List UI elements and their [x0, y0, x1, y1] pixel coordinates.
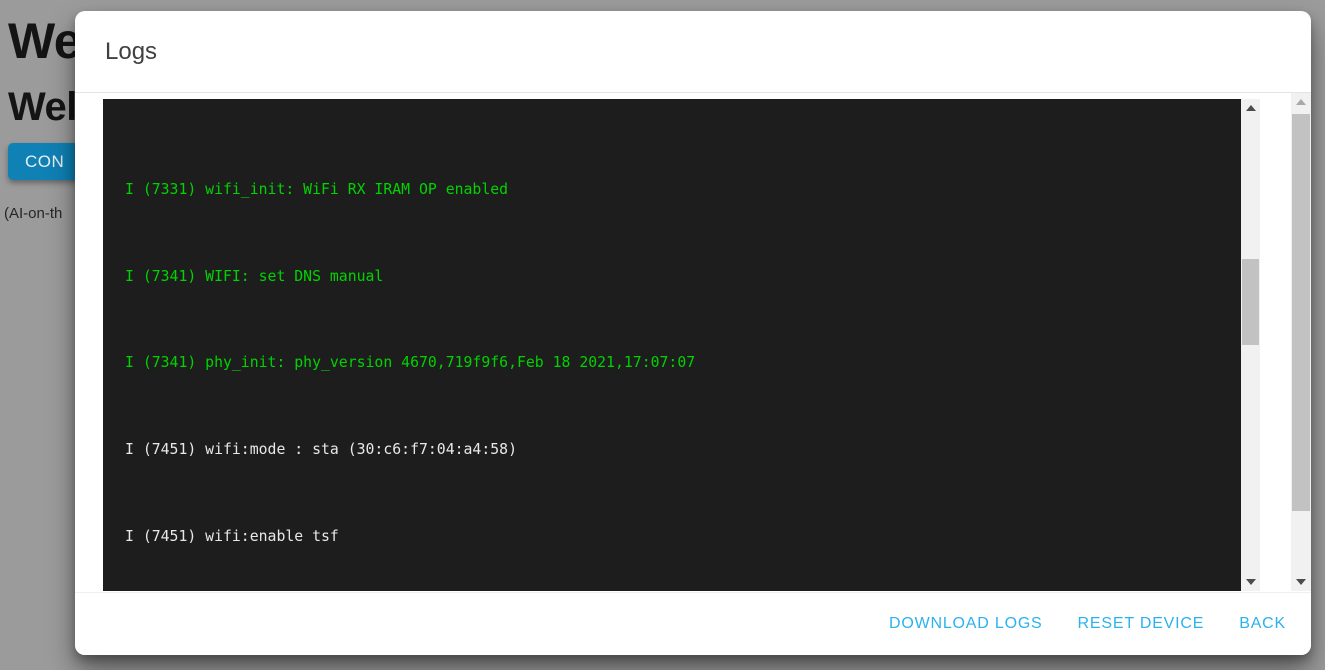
background-title: We [8, 12, 81, 70]
log-scrollbar[interactable] [1241, 99, 1260, 591]
arrow-up-icon [1296, 99, 1306, 105]
back-button[interactable]: BACK [1237, 609, 1288, 639]
dialog-scrollbar[interactable] [1291, 93, 1311, 591]
log-line: I (7451) wifi:mode : sta (30:c6:f7:04:a4… [125, 439, 1241, 461]
log-scrollbar-thumb[interactable] [1242, 259, 1259, 345]
log-line: I (7341) phy_init: phy_version 4670,719f… [125, 352, 1241, 374]
background-subtitle: Wel [8, 85, 77, 130]
arrow-down-icon [1296, 579, 1306, 585]
arrow-up-icon [1246, 105, 1256, 111]
log-scroll-down-button[interactable] [1241, 573, 1260, 591]
log-lines: I (7331) wifi_init: WiFi RX IRAM OP enab… [125, 99, 1241, 591]
log-line: I (7341) WIFI: set DNS manual [125, 266, 1241, 288]
log-line: I (7331) wifi_init: WiFi RX IRAM OP enab… [125, 179, 1241, 201]
dialog-title: Logs [105, 38, 157, 66]
reset-device-button[interactable]: RESET DEVICE [1076, 609, 1207, 639]
dialog-scrollbar-thumb[interactable] [1292, 114, 1310, 511]
dialog-scroll-down-button[interactable] [1291, 573, 1311, 591]
log-content: I (7331) wifi_init: WiFi RX IRAM OP enab… [103, 99, 1241, 591]
logs-dialog: Logs I (7331) wifi_init: WiFi RX IRAM OP… [75, 11, 1311, 655]
background-note: (AI-on-th [4, 205, 62, 222]
dialog-scroll-up-button[interactable] [1291, 93, 1311, 111]
dialog-header: Logs [75, 11, 1311, 93]
log-scroll-up-button[interactable] [1241, 99, 1260, 117]
log-output[interactable]: I (7331) wifi_init: WiFi RX IRAM OP enab… [103, 99, 1260, 591]
page-backdrop: We Wel CON (AI-on-th Logs I (7331) wifi_… [0, 0, 1325, 670]
log-line: I (7451) wifi:enable tsf [125, 526, 1241, 548]
download-logs-button[interactable]: DOWNLOAD LOGS [887, 609, 1045, 639]
arrow-down-icon [1246, 579, 1256, 585]
dialog-footer: DOWNLOAD LOGS RESET DEVICE BACK [75, 592, 1311, 655]
dialog-body: I (7331) wifi_init: WiFi RX IRAM OP enab… [75, 93, 1311, 591]
